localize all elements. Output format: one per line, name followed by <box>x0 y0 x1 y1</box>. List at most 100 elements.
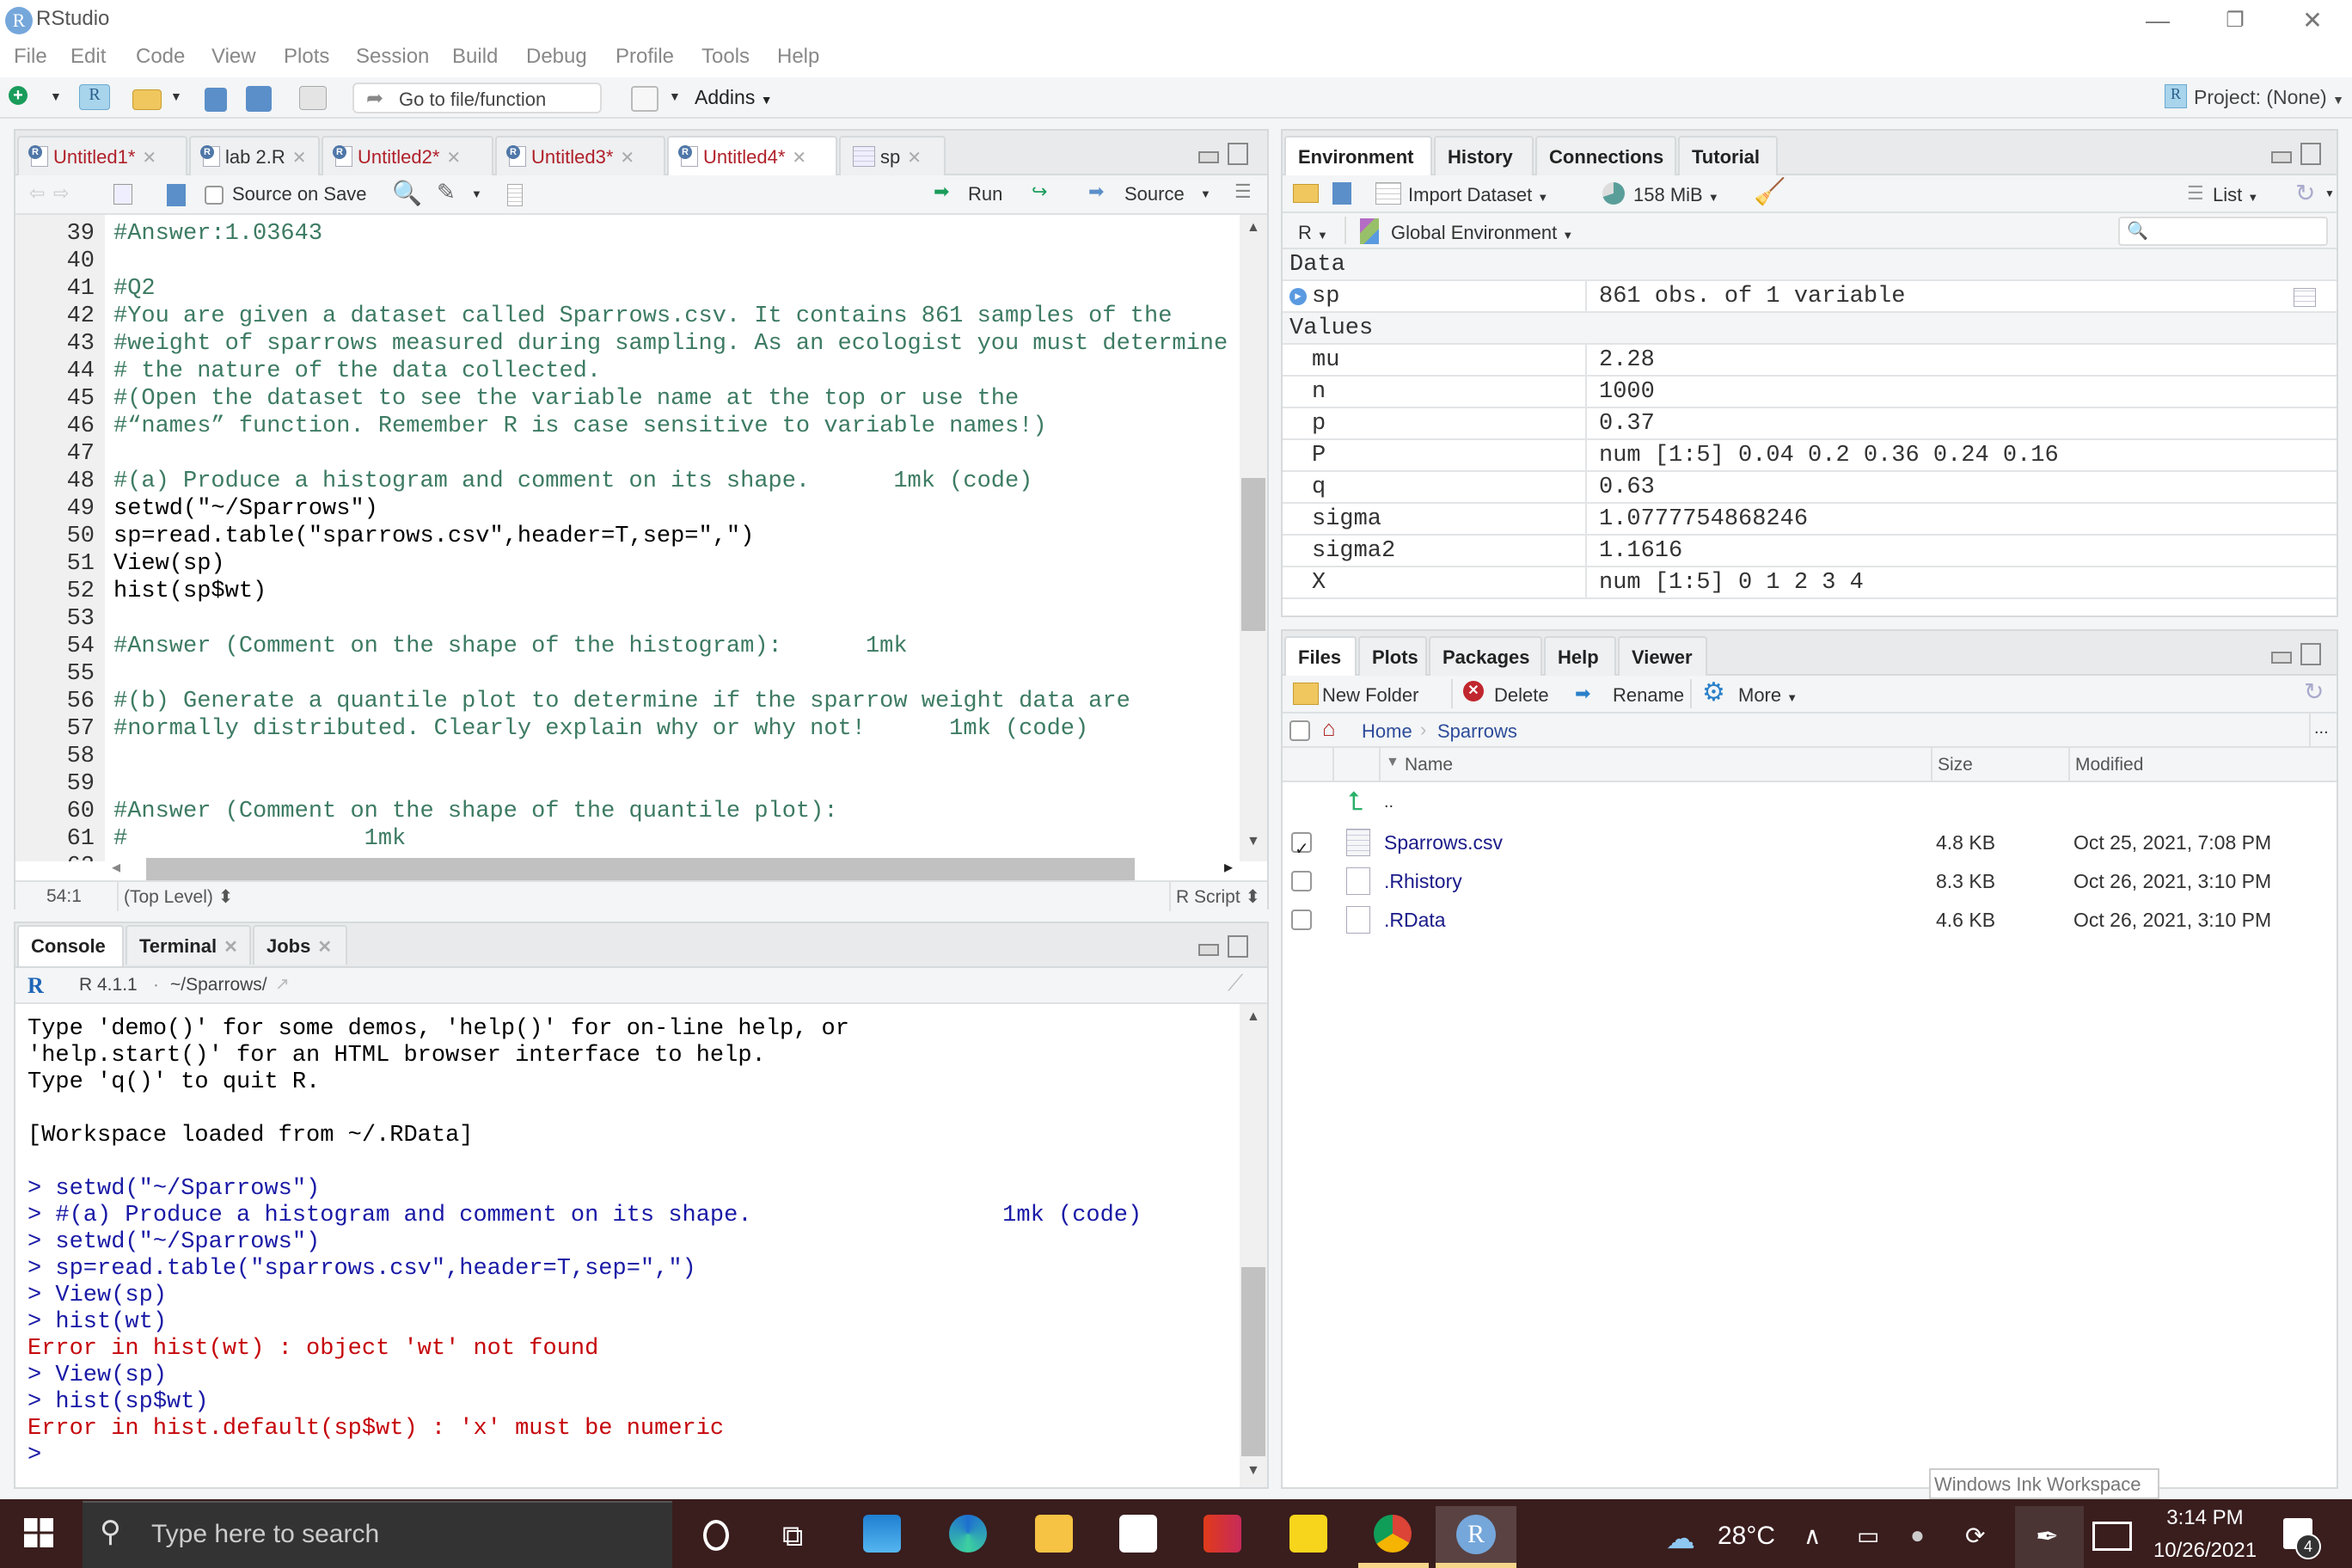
expand-icon[interactable]: ▶ <box>1289 288 1307 305</box>
file-row[interactable]: .Rhistory 8.3 KB Oct 26, 2021, 3:10 PM <box>1283 862 2337 901</box>
edge-browser-icon[interactable] <box>949 1515 987 1553</box>
editor-tab[interactable]: sp ✕ <box>839 136 946 175</box>
clear-workspace-broom-icon[interactable]: 🧹 <box>1754 177 1785 207</box>
addins-menu[interactable]: Addins ▼ <box>695 86 773 109</box>
env-value-row[interactable]: n 1000 <box>1283 375 2337 408</box>
new-file-icon[interactable]: + <box>9 86 28 105</box>
close-tab-icon[interactable]: ✕ <box>792 149 806 168</box>
cortana-icon[interactable] <box>703 1520 729 1551</box>
editor-tab[interactable]: Untitled2*✕ <box>322 136 493 175</box>
tab-terminal[interactable]: Terminal ✕ <box>126 925 251 965</box>
import-dataset-button[interactable]: Import Dataset ▼ <box>1408 184 1548 206</box>
taskbar-search-box[interactable]: ⚲ Type here to search <box>83 1501 672 1568</box>
close-tab-icon[interactable]: ✕ <box>142 149 156 168</box>
close-icon[interactable]: ✕ <box>2278 3 2347 38</box>
scroll-up-icon[interactable]: ▲ <box>1246 1009 1260 1025</box>
maximize-pane-icon[interactable] <box>1228 935 1248 958</box>
minimize-pane-icon[interactable] <box>1198 944 1219 956</box>
column-size[interactable]: Size <box>1938 755 1973 775</box>
print-icon[interactable] <box>299 86 327 110</box>
breadcrumb-home[interactable]: Home <box>1362 720 1412 743</box>
menu-help[interactable]: Help <box>777 45 819 69</box>
new-folder-icon[interactable] <box>1293 683 1319 705</box>
office-app-icon[interactable] <box>1204 1515 1241 1553</box>
show-in-window-icon[interactable] <box>113 184 132 205</box>
clock[interactable]: 3:14 PM 10/26/2021 <box>2149 1506 2261 1563</box>
show-hidden-icons[interactable]: ∧ <box>1804 1522 1822 1550</box>
rerun-icon[interactable]: ↪ <box>1032 181 1047 203</box>
maximize-pane-icon[interactable] <box>2300 143 2321 165</box>
menu-code[interactable]: Code <box>136 45 185 69</box>
minimize-pane-icon[interactable] <box>1198 151 1219 163</box>
source-icon[interactable]: ➡ <box>1088 181 1104 203</box>
windows-start-icon[interactable] <box>24 1518 53 1547</box>
console-vertical-scrollbar[interactable]: ▲ ▼ <box>1240 1004 1267 1487</box>
source-dropdown-icon[interactable]: ▼ <box>1200 187 1211 200</box>
maximize-pane-icon[interactable] <box>2300 643 2321 665</box>
menu-debug[interactable]: Debug <box>526 45 587 69</box>
editor-tab-active[interactable]: Untitled4*✕ <box>667 136 837 177</box>
file-checkbox[interactable]: ✓ <box>1291 832 1312 859</box>
menu-profile[interactable]: Profile <box>616 45 674 69</box>
close-tab-icon[interactable]: ✕ <box>907 149 922 168</box>
project-menu[interactable]: Project: (None) ▼ <box>2194 86 2344 109</box>
save-all-icon[interactable] <box>246 86 272 112</box>
go-to-wd-icon[interactable]: ↗ <box>275 973 290 995</box>
tab-history[interactable]: History <box>1434 136 1534 175</box>
env-value-row[interactable]: sigma2 1.1616 <box>1283 534 2337 567</box>
battery-icon[interactable]: ▭ <box>1857 1522 1879 1550</box>
microsoft-store-icon[interactable] <box>1119 1515 1157 1553</box>
code-tools-dropdown-icon[interactable]: ▼ <box>471 187 482 200</box>
tab-jobs[interactable]: Jobs ✕ <box>253 925 347 965</box>
close-tab-icon[interactable]: ✕ <box>224 938 238 957</box>
close-tab-icon[interactable]: ✕ <box>317 938 332 957</box>
minimize-icon[interactable]: — <box>2123 3 2192 38</box>
weather-temp[interactable]: 28°C <box>1718 1522 1775 1551</box>
new-file-dropdown-icon[interactable]: ▼ <box>50 89 62 103</box>
tab-tutorial[interactable]: Tutorial <box>1678 136 1778 175</box>
file-name-link[interactable]: .RData <box>1384 901 1446 940</box>
hscroll-thumb[interactable] <box>146 858 1135 880</box>
menu-tools[interactable]: Tools <box>701 45 750 69</box>
environment-search-input[interactable]: 🔍 <box>2118 217 2328 246</box>
tab-connections[interactable]: Connections <box>1535 136 1676 175</box>
env-data-row[interactable]: ▶ sp 861 obs. of 1 variable <box>1283 279 2337 313</box>
editor-vertical-scrollbar[interactable]: ▲ ▼ <box>1240 215 1267 861</box>
env-value-row[interactable]: sigma 1.0777754868246 <box>1283 502 2337 536</box>
menu-session[interactable]: Session <box>356 45 429 69</box>
env-value-row[interactable]: q 0.63 <box>1283 470 2337 504</box>
touch-keyboard-icon[interactable] <box>2092 1522 2132 1551</box>
scroll-left-icon[interactable]: ◂ <box>112 856 120 878</box>
scrollbar-thumb[interactable] <box>1241 478 1265 631</box>
environment-selector[interactable]: Global Environment ▼ <box>1391 222 1573 244</box>
menu-build[interactable]: Build <box>452 45 498 69</box>
close-tab-icon[interactable]: ✕ <box>292 149 307 168</box>
mail-app-icon[interactable] <box>863 1515 901 1553</box>
import-dataset-icon[interactable] <box>1375 182 1401 205</box>
menu-plots[interactable]: Plots <box>284 45 329 69</box>
scroll-down-icon[interactable]: ▼ <box>1246 1463 1260 1479</box>
minimize-pane-icon[interactable] <box>2271 151 2292 163</box>
pane-layout-icon[interactable] <box>631 86 658 112</box>
save-workspace-icon[interactable] <box>1332 182 1351 205</box>
scroll-right-icon[interactable]: ▸ <box>1224 856 1233 878</box>
restore-icon[interactable]: ❐ <box>2201 3 2269 38</box>
editor-tab[interactable]: lab 2.R✕ <box>189 136 320 175</box>
chrome-browser-icon[interactable] <box>1374 1515 1412 1553</box>
rstudio-taskbar-button[interactable]: R <box>1436 1506 1516 1568</box>
code-editor[interactable]: 39 #Answer:1.03643 40 41 #Q2 42 #You are given… <box>15 215 1240 861</box>
new-folder-button[interactable]: New Folder <box>1322 684 1418 707</box>
refresh-icon[interactable]: ↻ <box>2304 677 2324 706</box>
column-modified[interactable]: Modified <box>2075 755 2143 775</box>
file-checkbox[interactable] <box>1291 871 1312 891</box>
rename-button[interactable]: Rename <box>1613 684 1684 707</box>
network-error-icon[interactable]: ● <box>1910 1522 1925 1549</box>
menu-view[interactable]: View <box>211 45 256 69</box>
windows-ink-button[interactable]: ✒ <box>2015 1506 2084 1568</box>
file-row[interactable]: .RData 4.6 KB Oct 26, 2021, 3:10 PM <box>1283 901 2337 940</box>
file-name-link[interactable]: .Rhistory <box>1384 862 1462 901</box>
task-view-icon[interactable]: ⧉ <box>782 1520 803 1553</box>
editor-horizontal-scrollbar[interactable]: ◂ ▸ <box>105 854 1240 882</box>
file-row[interactable]: ✓ Sparrows.csv 4.8 KB Oct 25, 2021, 7:08 PM <box>1283 824 2337 862</box>
tab-packages[interactable]: Packages <box>1429 636 1542 676</box>
